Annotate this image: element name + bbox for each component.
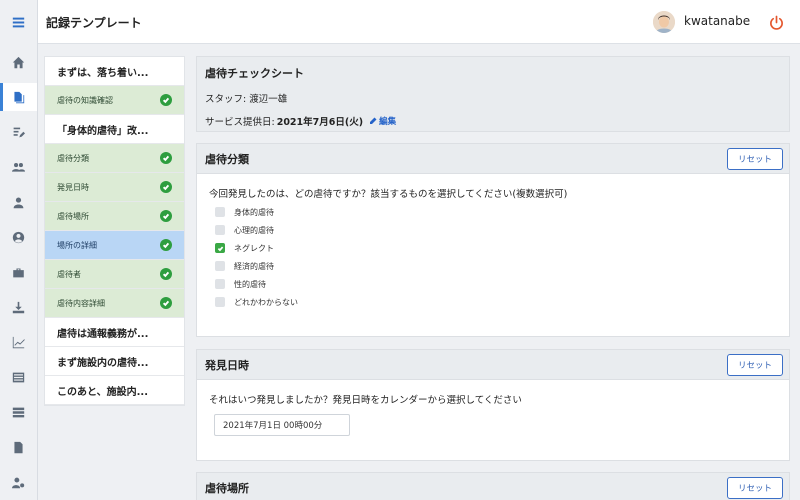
download-icon[interactable] [0,293,37,321]
service-date: サービス提供日: 2021年7月6日(火) 編集 [205,114,781,128]
check-circle-icon [160,181,172,193]
discovery-header: 発見日時 リセット [197,350,789,380]
step-item[interactable]: 虐待分類 [45,144,184,173]
top-header: 記録テンプレート kwatanabe [38,0,800,44]
option-label: どれかわからない [234,297,298,307]
option-label: 身体的虐待 [234,207,274,217]
step-item[interactable]: 虐待場所 [45,202,184,231]
step-label: まずは、落ち着い... [57,67,149,79]
account-circle-icon[interactable] [0,223,37,251]
location-card: 虐待場所 リセット [196,472,790,500]
check-circle-icon [160,210,172,222]
check-circle-icon [160,152,172,164]
icon-rail [0,0,38,500]
step-item[interactable]: 場所の詳細 [45,231,184,260]
menu-icon[interactable] [0,8,37,36]
chart-icon[interactable] [0,328,37,356]
username[interactable]: kwatanabe [684,14,750,28]
checkbox[interactable] [215,225,225,235]
classification-option[interactable]: 性的虐待 [197,275,789,293]
classification-options: 身体的虐待心理的虐待ネグレクト経済的虐待性的虐待どれかわからない [197,203,789,311]
checkbox[interactable] [215,261,225,271]
records-icon[interactable] [0,83,37,111]
step-label: 虐待者 [57,269,81,279]
avatar[interactable] [653,11,675,33]
check-circle-icon [160,297,172,309]
staff-label: スタッフ: 渡辺一雄 [205,94,288,105]
step-label: まず施設内の虐待... [57,357,149,369]
discovery-datetime-input[interactable]: 2021年7月1日 00時00分 [214,414,350,436]
step-label: 虐待は通報義務が... [57,328,149,340]
step-item[interactable]: まず施設内の虐待... [45,347,184,376]
edit-link[interactable]: 編集 [369,115,396,127]
check-sheet-info: 虐待チェックシート スタッフ: 渡辺一雄 サービス提供日: 2021年7月6日(… [196,56,790,132]
page-title: 記録テンプレート [46,16,142,30]
step-label: このあと、施設内... [57,386,148,398]
check-circle-icon [160,94,172,106]
checkbox-checked[interactable] [215,243,225,253]
classification-option[interactable]: ネグレクト [197,239,789,257]
check-circle-icon [160,268,172,280]
step-item[interactable]: 虐待内容詳細 [45,289,184,318]
list-icon[interactable] [0,363,37,391]
edit-list-icon[interactable] [0,118,37,146]
check-circle-icon [160,239,172,251]
step-label: 虐待分類 [57,153,89,163]
step-label: 「身体的虐待」改... [57,125,149,137]
table-icon[interactable] [0,398,37,426]
classification-option[interactable]: 心理的虐待 [197,221,789,239]
option-label: 経済的虐待 [234,261,274,271]
step-item[interactable]: 発見日時 [45,173,184,202]
step-item[interactable]: 虐待は通報義務が... [45,318,184,347]
classification-header: 虐待分類 リセット [197,144,789,174]
discovery-question: それはいつ発見しましたか？発見日時をカレンダーから選択してください [209,395,522,406]
step-item[interactable]: 虐待者 [45,260,184,289]
classification-option[interactable]: 経済的虐待 [197,257,789,275]
file-icon[interactable] [0,433,37,461]
sheet-title: 虐待チェックシート [205,67,304,80]
step-item[interactable]: 虐待の知識確認 [45,86,184,115]
step-item[interactable]: このあと、施設内... [45,376,184,405]
classification-reset-button[interactable]: リセット [727,147,783,170]
classification-title: 虐待分類 [205,152,249,166]
classification-card: 虐待分類 リセット 今回発見したのは、どの虐待ですか？該当するものを選択してくだ… [196,143,790,337]
classification-option[interactable]: 身体的虐待 [197,203,789,221]
checkbox[interactable] [215,207,225,217]
location-title: 虐待場所 [205,481,249,495]
service-date-label: サービス提供日: [205,117,275,128]
home-icon[interactable] [0,48,37,76]
discovery-card: 発見日時 リセット それはいつ発見しましたか？発見日時をカレンダーから選択してく… [196,349,790,461]
settings-user-icon[interactable] [0,468,37,496]
step-label: 虐待場所 [57,211,89,221]
edit-label: 編集 [379,117,397,127]
step-item[interactable]: まずは、落ち着い... [45,57,184,86]
step-item[interactable]: 「身体的虐待」改... [45,115,184,144]
step-list: まずは、落ち着い... 虐待の知識確認「身体的虐待」改... 虐待分類発見日時虐待場… [44,56,185,406]
classification-option[interactable]: どれかわからない [197,293,789,311]
classification-question: 今回発見したのは、どの虐待ですか？該当するものを選択してください(複数選択可) [209,189,568,200]
discovery-title: 発見日時 [205,358,249,372]
pencil-icon [370,117,377,124]
location-header: 虐待場所 リセット [197,473,789,500]
step-label: 虐待の知識確認 [57,95,113,105]
option-label: 心理的虐待 [234,225,274,235]
step-label: 発見日時 [57,182,89,192]
step-label: 虐待内容詳細 [57,298,105,308]
discovery-reset-button[interactable]: リセット [727,353,783,376]
option-label: 性的虐待 [234,279,266,289]
briefcase-icon[interactable] [0,258,37,286]
service-date-value: 2021年7月6日(火) [276,117,364,128]
option-label: ネグレクト [234,243,274,253]
location-reset-button[interactable]: リセット [727,476,783,499]
power-icon[interactable] [766,12,786,32]
checkbox[interactable] [215,297,225,307]
checkbox[interactable] [215,279,225,289]
group-icon[interactable] [0,153,37,181]
step-label: 場所の詳細 [57,240,97,250]
user-icon[interactable] [0,188,37,216]
